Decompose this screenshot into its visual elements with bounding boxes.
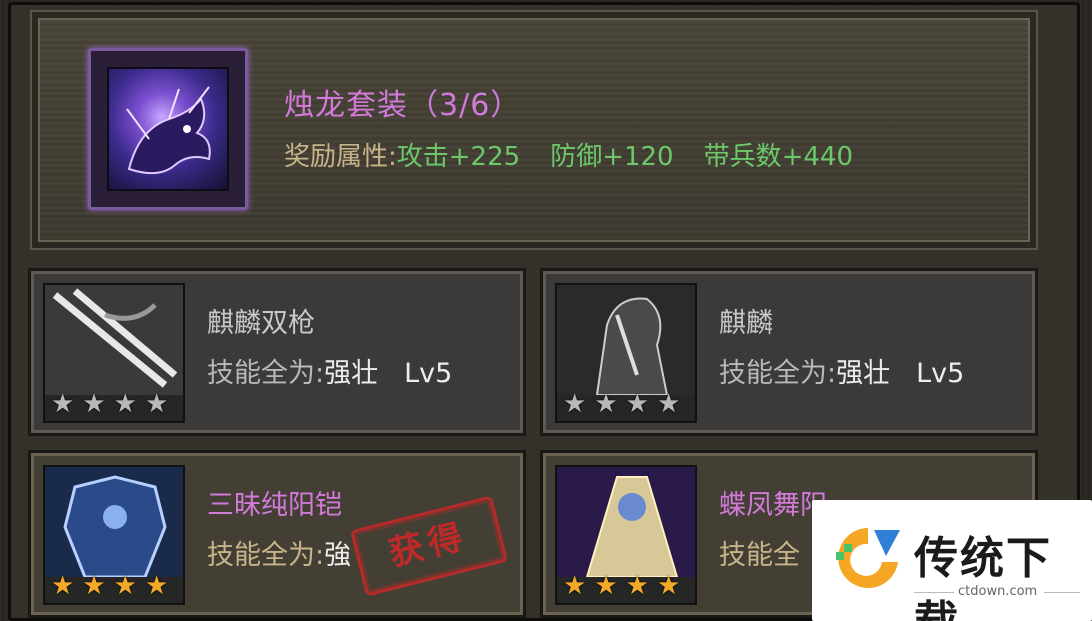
item-skill: 技能全为:强壮 Lv5 [719,351,964,390]
bonus-defense: 防御+120 [550,142,674,172]
dragon-icon [107,67,229,191]
item-card-qilin[interactable]: ★ ★ ★ ★ 麒麟 技能全为:强壮 Lv5 [540,268,1038,436]
star-icon: ★ [144,571,169,601]
star-icon: ★ [625,389,649,419]
watermark-url: ctdown.com [958,584,1038,599]
bonus-label: 奖励属性: [284,142,397,172]
star-icon: ★ [656,571,681,601]
skill-label: 技能全为: [719,358,837,389]
banner-icon: ★ ★ ★ ★ [555,465,697,605]
item-name: 蝶凤舞阳 [719,490,827,521]
armor-icon: ★ ★ ★ ★ [43,465,185,605]
item-skill: 技能全 [719,533,800,572]
star-rating: ★ ★ ★ ★ [51,391,168,417]
item-name: 麒麟双枪 [207,308,315,339]
set-title: 烛龙套装（3/6） [284,88,522,123]
site-watermark: 传统下载 ctdown.com [812,500,1092,621]
spear-icon: ★ ★ ★ ★ [43,283,185,423]
item-name: 麒麟 [719,308,773,339]
star-rating: ★ ★ ★ ★ [563,573,680,599]
skill-level: Lv5 [916,358,965,389]
star-icon: ★ [51,389,75,419]
skill-label: 技能全为: [207,358,325,389]
bonus-attack: 攻击+225 [396,142,521,172]
watermark-divider [914,592,954,593]
game-screen: 烛龙套装（3/6） 奖励属性:攻击+225 防御+120 带兵数+440 ★ ★ ★ ★ … [0,0,1092,621]
star-icon: ★ [144,389,169,419]
watermark-logo-icon [836,528,900,588]
skill-label: 技能全为: [207,540,325,571]
star-icon: ★ [82,389,106,419]
horse-icon: ★ ★ ★ ★ [555,283,697,423]
skill-level: Lv5 [404,358,453,389]
skill-value: 强壮 [836,358,891,389]
star-icon: ★ [625,571,649,601]
star-icon: ★ [113,389,137,419]
item-skill: 技能全为:強 [207,533,351,572]
set-bonus-line: 奖励属性:攻击+225 防御+120 带兵数+440 [284,136,853,173]
star-rating: ★ ★ ★ ★ [51,573,168,599]
star-rating: ★ ★ ★ ★ [563,391,680,417]
skill-value: 强壮 [324,358,379,389]
item-name: 三昧纯阳铠 [207,490,342,521]
star-icon: ★ [563,389,587,419]
set-icon-frame[interactable] [88,48,248,210]
star-icon: ★ [656,389,681,419]
watermark-title: 传统下载 [914,533,1052,621]
star-icon: ★ [563,571,587,601]
skill-label: 技能全 [719,540,800,571]
star-icon: ★ [594,389,618,419]
item-skill: 技能全为:强壮 Lv5 [207,351,452,390]
skill-value: 強 [324,540,352,571]
star-icon: ★ [113,571,137,601]
bonus-troops: 带兵数+440 [703,142,854,172]
star-icon: ★ [594,571,618,601]
star-icon: ★ [82,571,106,601]
star-icon: ★ [51,571,75,601]
watermark-divider [1044,592,1080,593]
item-card-twin-spears[interactable]: ★ ★ ★ ★ 麒麟双枪 技能全为:强壮 Lv5 [28,268,526,436]
